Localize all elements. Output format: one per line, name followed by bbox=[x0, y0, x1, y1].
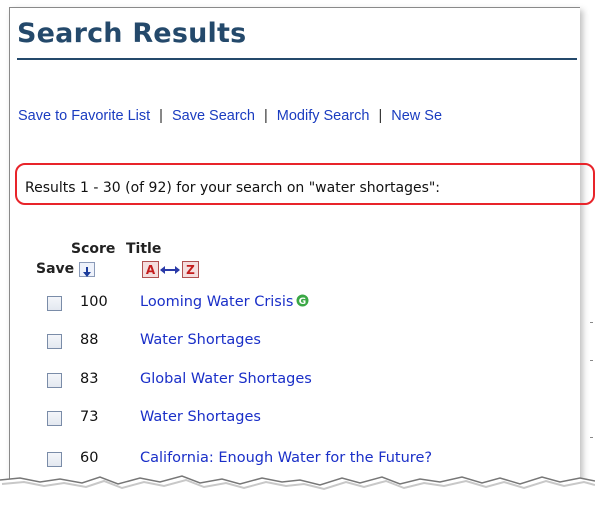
sort-down-arrow-icon[interactable] bbox=[79, 262, 95, 277]
result-title-text: Looming Water Crisis bbox=[140, 294, 294, 310]
table-row: 88 Water Shortages bbox=[0, 331, 595, 355]
table-row: 60 California: Enough Water for the Futu… bbox=[0, 449, 595, 473]
save-checkbox[interactable] bbox=[47, 373, 62, 388]
score-column-header: Score bbox=[71, 241, 116, 257]
result-score: 100 bbox=[80, 294, 108, 310]
result-title-link[interactable]: Global Water Shortages bbox=[140, 371, 312, 387]
result-title-link[interactable]: Looming Water Crisis G bbox=[140, 294, 309, 311]
modify-search-link[interactable]: Modify Search bbox=[277, 108, 370, 124]
title-column-header: Title bbox=[126, 241, 162, 257]
result-title-link[interactable]: Water Shortages bbox=[140, 332, 261, 348]
svg-text:Z: Z bbox=[186, 263, 195, 277]
result-score: 88 bbox=[80, 332, 99, 348]
save-column-header: Save bbox=[36, 261, 75, 277]
result-score: 73 bbox=[80, 409, 99, 425]
save-search-link[interactable]: Save Search bbox=[172, 108, 255, 124]
torn-paper-edge bbox=[0, 475, 595, 506]
edge-tick bbox=[590, 360, 593, 361]
title-divider bbox=[17, 58, 577, 60]
action-links: Save to Favorite List | Save Search | Modify… bbox=[18, 108, 442, 124]
save-checkbox[interactable] bbox=[47, 296, 62, 311]
save-to-favorite-link[interactable]: Save to Favorite List bbox=[18, 108, 150, 124]
svg-text:G: G bbox=[299, 297, 306, 307]
results-summary: Results 1 - 30 (of 92) for your search o… bbox=[25, 180, 441, 196]
result-score: 60 bbox=[80, 450, 99, 466]
link-separator: | bbox=[263, 108, 268, 124]
edge-tick bbox=[590, 437, 593, 438]
table-row: 73 Water Shortages bbox=[0, 408, 595, 432]
table-row: 100 Looming Water Crisis G bbox=[0, 293, 595, 317]
result-title-link[interactable]: Water Shortages bbox=[140, 409, 261, 425]
table-row: 83 Global Water Shortages bbox=[0, 370, 595, 394]
svg-text:A: A bbox=[146, 263, 156, 277]
page-title: Search Results bbox=[17, 18, 247, 49]
save-checkbox[interactable] bbox=[47, 334, 62, 349]
green-g-badge-icon: G bbox=[296, 294, 309, 311]
save-checkbox[interactable] bbox=[47, 411, 62, 426]
link-separator: | bbox=[378, 108, 383, 124]
sort-a-to-z-icon[interactable]: A Z bbox=[142, 261, 222, 283]
link-separator: | bbox=[159, 108, 163, 124]
save-checkbox[interactable] bbox=[47, 452, 62, 467]
new-search-link[interactable]: New Se bbox=[391, 108, 442, 124]
result-title-link[interactable]: California: Enough Water for the Future? bbox=[140, 450, 432, 466]
edge-tick bbox=[590, 322, 593, 323]
result-score: 83 bbox=[80, 371, 99, 387]
